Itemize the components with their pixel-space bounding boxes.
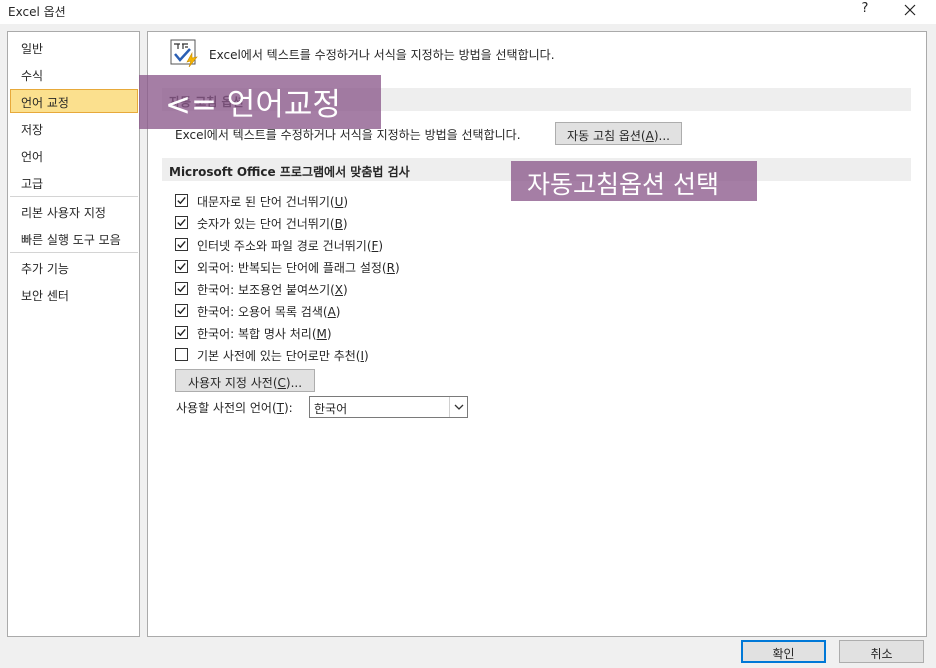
proofing-description: Excel에서 텍스트를 수정하거나 서식을 지정하는 방법을 선택합니다. xyxy=(209,48,555,62)
help-button[interactable]: ? xyxy=(854,1,876,21)
custom-dictionaries-button[interactable]: 사용자 지정 사전(C)... xyxy=(175,369,315,392)
nav-divider xyxy=(10,252,138,253)
nav-item-language[interactable]: 언어 xyxy=(10,143,138,167)
dictionary-language-label: 사용할 사전의 언어(T): xyxy=(176,401,293,415)
ok-button[interactable]: 확인 xyxy=(741,640,826,663)
checkbox-checked[interactable] xyxy=(175,304,188,317)
checkbox-checked[interactable] xyxy=(175,282,188,295)
cancel-button[interactable]: 취소 xyxy=(839,640,924,663)
nav-item-proofing[interactable]: 언어 교정 xyxy=(10,89,138,113)
nav-item-formulas[interactable]: 수식 xyxy=(10,62,138,86)
checkmark-icon xyxy=(177,284,186,293)
checkbox-unchecked[interactable] xyxy=(175,348,188,361)
nav-item-general[interactable]: 일반 xyxy=(10,35,138,59)
window-title: Excel 옵션 xyxy=(8,5,66,19)
checkbox-checked[interactable] xyxy=(175,326,188,339)
checkmark-icon xyxy=(177,262,186,271)
checkbox-checked[interactable] xyxy=(175,260,188,273)
nav-item-save[interactable]: 저장 xyxy=(10,116,138,140)
checkmark-icon xyxy=(177,218,186,227)
checkmark-icon xyxy=(177,196,186,205)
nav-item-quick-access-toolbar[interactable]: 빠른 실행 도구 모음 xyxy=(10,226,138,250)
checkmark-icon xyxy=(177,306,186,315)
nav-item-customize-ribbon[interactable]: 리본 사용자 지정 xyxy=(10,199,138,223)
checkbox-checked[interactable] xyxy=(175,238,188,251)
checkmark-icon xyxy=(177,240,186,249)
title-bar: Excel 옵션 ? xyxy=(0,0,936,24)
checkbox-checked[interactable] xyxy=(175,194,188,207)
dropdown-arrow[interactable] xyxy=(449,397,467,417)
dictionary-language-value: 한국어 xyxy=(314,402,348,416)
nav-item-advanced[interactable]: 고급 xyxy=(10,170,138,194)
nav-divider xyxy=(10,196,138,197)
annotation-autocorrect: 자동고침옵션 선택 xyxy=(511,161,757,201)
dictionary-language-select[interactable]: 한국어 xyxy=(309,396,468,418)
proofing-abc-icon xyxy=(170,39,198,67)
chevron-down-icon xyxy=(454,404,464,410)
checkbox-checked[interactable] xyxy=(175,216,188,229)
annotation-proofing: <= 언어교정 xyxy=(139,75,381,129)
checkmark-icon xyxy=(177,328,186,337)
close-icon xyxy=(904,4,916,16)
category-nav: 일반 수식 언어 교정 저장 언어 고급 리본 사용자 지정 빠른 실행 도구 … xyxy=(7,31,140,637)
autocorrect-options-button[interactable]: 자동 고침 옵션(A)... xyxy=(555,122,682,145)
nav-item-add-ins[interactable]: 추가 기능 xyxy=(10,255,138,279)
close-button[interactable] xyxy=(898,0,922,22)
nav-item-trust-center[interactable]: 보안 센터 xyxy=(10,282,138,306)
